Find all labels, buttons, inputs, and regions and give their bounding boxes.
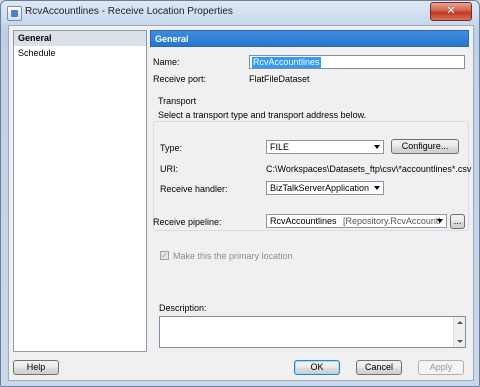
dialog-window: RcvAccountlines - Receive Location Prope… <box>0 0 480 387</box>
panel-header: General <box>150 30 469 47</box>
help-button[interactable]: Help <box>13 360 59 375</box>
transport-instruction: Select a transport type and transport ad… <box>158 110 367 120</box>
configure-button[interactable]: Configure... <box>391 139 459 154</box>
dialog-client: General Schedule General Name: RcvAccoun… <box>8 25 474 381</box>
nav-item-schedule[interactable]: Schedule <box>14 46 146 61</box>
name-label: Name: <box>153 57 180 67</box>
description-textarea[interactable] <box>159 316 466 348</box>
type-select[interactable]: FILE <box>266 140 384 154</box>
description-scrollbar[interactable] <box>453 317 465 347</box>
transport-group-label: Transport <box>158 96 197 106</box>
uri-value: C:\Workspaces\Datasets_ftp\csv\*accountl… <box>266 164 472 174</box>
chevron-down-icon <box>437 219 443 223</box>
receive-handler-label: Receive handler: <box>160 184 228 194</box>
uri-label: URI: <box>160 164 178 174</box>
receive-port-label: Receive port: <box>153 74 207 84</box>
general-panel: General Name: RcvAccountlines Receive po… <box>150 30 472 350</box>
primary-location-checkbox[interactable]: ✓ <box>160 251 169 260</box>
name-value: RcvAccountlines <box>252 57 321 68</box>
receive-handler-value: BizTalkServerApplication <box>270 183 370 193</box>
receive-pipeline-label: Receive pipeline: <box>153 217 222 227</box>
type-label: Type: <box>160 143 183 153</box>
nav-pane: General Schedule <box>13 30 147 352</box>
app-icon <box>7 6 22 21</box>
chevron-down-icon <box>374 145 380 149</box>
close-button[interactable]: ✕ <box>430 2 472 21</box>
receive-pipeline-select[interactable]: RcvAccountlines [Repository.RcvAccountl <box>266 214 447 228</box>
primary-location-label: Make this the primary location <box>173 251 293 261</box>
type-value: FILE <box>270 142 290 152</box>
cancel-button[interactable]: Cancel <box>356 360 402 375</box>
name-input[interactable]: RcvAccountlines <box>249 55 465 69</box>
receive-handler-select[interactable]: BizTalkServerApplication <box>266 181 384 195</box>
browse-pipeline-button[interactable]: ... <box>450 214 465 229</box>
description-label: Description: <box>159 303 207 313</box>
chevron-down-icon <box>374 186 380 190</box>
title-bar[interactable]: RcvAccountlines - Receive Location Prope… <box>1 1 479 25</box>
scroll-down-icon[interactable] <box>457 340 463 343</box>
nav-item-general[interactable]: General <box>14 31 146 46</box>
receive-pipeline-value: RcvAccountlines <box>270 216 337 226</box>
window-title: RcvAccountlines - Receive Location Prope… <box>25 6 233 17</box>
apply-button[interactable]: Apply <box>418 360 464 375</box>
receive-port-value: FlatFileDataset <box>249 74 310 84</box>
ok-button[interactable]: OK <box>294 360 340 375</box>
scroll-up-icon[interactable] <box>457 321 463 324</box>
receive-pipeline-assembly: [Repository.RcvAccountl <box>343 216 441 226</box>
